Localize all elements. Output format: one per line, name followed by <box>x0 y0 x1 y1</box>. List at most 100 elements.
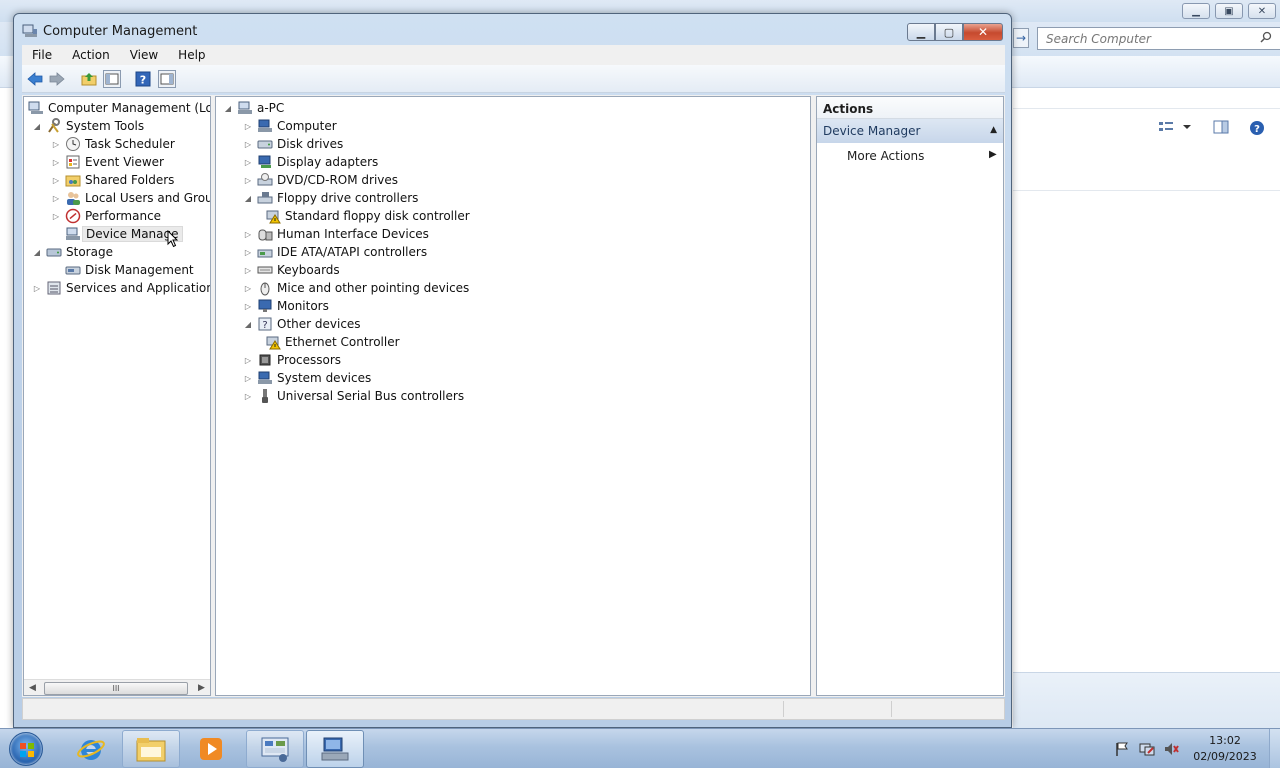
expand-icon[interactable]: ▷ <box>244 176 252 185</box>
collapse-icon[interactable]: ◢ <box>244 194 252 203</box>
tree-item-label: Storage <box>66 245 113 259</box>
device-tree-root[interactable]: ◢ a-PC <box>224 99 284 117</box>
actions-section-device-manager[interactable]: Device Manager ▲ <box>817 119 1003 143</box>
device-category[interactable]: ▷ Keyboards <box>244 261 340 279</box>
expand-icon[interactable]: ▷ <box>244 122 252 131</box>
view-dropdown-icon[interactable] <box>1183 120 1191 134</box>
expand-icon[interactable]: ▷ <box>52 176 60 185</box>
show-hide-action-pane-icon[interactable] <box>158 70 176 88</box>
forward-arrow-icon[interactable] <box>48 70 66 88</box>
expand-icon[interactable]: ▷ <box>244 230 252 239</box>
device-category[interactable]: ▷ Monitors <box>244 297 329 315</box>
background-search-input[interactable]: Search Computer <box>1037 27 1280 50</box>
device-item[interactable]: Ethernet Controller <box>265 333 400 351</box>
tree-item-shared-folders[interactable]: ▷ Shared Folders <box>52 171 174 189</box>
tree-item-event-viewer[interactable]: ▷ Event Viewer <box>52 153 164 171</box>
device-category[interactable]: ▷ Human Interface Devices <box>244 225 429 243</box>
background-minimize-button[interactable]: ▁ <box>1182 3 1210 19</box>
menu-file[interactable]: File <box>22 48 62 62</box>
show-hide-console-tree-icon[interactable] <box>103 70 121 88</box>
expand-icon[interactable]: ▷ <box>52 194 60 203</box>
search-icon[interactable] <box>1260 31 1272 43</box>
device-category[interactable]: ◢ Floppy drive controllers <box>244 189 419 207</box>
collapse-icon[interactable]: ◢ <box>33 248 41 257</box>
maximize-button[interactable]: ▢ <box>935 23 963 41</box>
scroll-thumb[interactable]: III <box>44 682 188 695</box>
expand-icon[interactable]: ▷ <box>52 140 60 149</box>
help-icon[interactable]: ? <box>1249 120 1265 136</box>
scroll-right-icon[interactable]: ▶ <box>198 683 205 693</box>
action-center-flag-icon[interactable] <box>1114 741 1130 757</box>
device-category[interactable]: ▷ System devices <box>244 369 371 387</box>
expand-icon[interactable]: ▷ <box>33 284 41 293</box>
device-category[interactable]: ▷ DVD/CD-ROM drives <box>244 171 398 189</box>
start-button[interactable] <box>4 731 48 767</box>
collapse-icon[interactable]: ◢ <box>33 122 41 131</box>
tree-item-performance[interactable]: ▷ Performance <box>52 207 161 225</box>
clock-icon <box>65 136 81 152</box>
menu-action[interactable]: Action <box>62 48 120 62</box>
expand-icon[interactable]: ▷ <box>244 284 252 293</box>
device-category[interactable]: ▷ Processors <box>244 351 341 369</box>
device-category[interactable]: ▷ Universal Serial Bus controllers <box>244 387 464 405</box>
title-bar[interactable]: Computer Management ▁ ▢ ✕ <box>14 14 1011 44</box>
minimize-button[interactable]: ▁ <box>907 23 935 41</box>
device-category[interactable]: ▷ Computer <box>244 117 337 135</box>
view-options-icon[interactable] <box>1158 120 1174 134</box>
tree-item-task-scheduler[interactable]: ▷ Task Scheduler <box>52 135 175 153</box>
back-arrow-icon[interactable] <box>26 70 44 88</box>
background-maximize-button[interactable]: ▣ <box>1215 3 1243 19</box>
tree-item-local-users[interactable]: ▷ Local Users and Groups <box>52 189 210 207</box>
expand-icon[interactable]: ▷ <box>244 302 252 311</box>
device-item[interactable]: Standard floppy disk controller <box>265 207 470 225</box>
expand-icon[interactable]: ▷ <box>244 140 252 149</box>
expand-icon[interactable]: ▷ <box>52 158 60 167</box>
expand-icon[interactable]: ▷ <box>244 266 252 275</box>
control-panel-icon[interactable] <box>246 730 304 768</box>
close-button[interactable]: ✕ <box>963 23 1003 41</box>
media-player-icon[interactable] <box>182 730 240 768</box>
device-category[interactable]: ▷ IDE ATA/ATAPI controllers <box>244 243 427 261</box>
device-category[interactable]: ◢? Other devices <box>244 315 361 333</box>
device-category[interactable]: ▷ Mice and other pointing devices <box>244 279 469 297</box>
expand-icon[interactable]: ▷ <box>52 212 60 221</box>
expand-icon[interactable]: ▷ <box>244 356 252 365</box>
help-icon[interactable]: ? <box>134 70 152 88</box>
background-forward-icon[interactable]: → <box>1013 28 1029 48</box>
menu-view[interactable]: View <box>120 48 168 62</box>
system-tools-icon <box>46 118 62 134</box>
tree-item-device-manager[interactable]: Device Manage <box>65 225 183 243</box>
preview-pane-icon[interactable] <box>1213 120 1229 134</box>
tree-root[interactable]: Computer Management (Local <box>28 99 210 117</box>
expand-icon[interactable]: ▷ <box>244 392 252 401</box>
collapse-up-icon[interactable]: ▲ <box>990 125 997 135</box>
more-actions-link[interactable]: More Actions <box>847 149 924 163</box>
horizontal-scrollbar[interactable]: ◀ III ▶ <box>24 679 210 695</box>
windows-explorer-icon[interactable] <box>122 730 180 768</box>
volume-muted-icon[interactable] <box>1163 741 1179 757</box>
show-desktop-button[interactable] <box>1269 729 1280 768</box>
computer-management-icon[interactable] <box>306 730 364 768</box>
system-devices-icon <box>257 370 273 386</box>
scroll-left-icon[interactable]: ◀ <box>29 683 36 693</box>
network-icon[interactable] <box>1139 741 1155 757</box>
expand-icon[interactable]: ▷ <box>244 248 252 257</box>
expand-icon[interactable]: ▷ <box>244 158 252 167</box>
internet-explorer-icon[interactable] <box>62 730 120 768</box>
system-clock[interactable]: 13:02 02/09/2023 <box>1186 733 1264 765</box>
expand-icon[interactable]: ▷ <box>244 374 252 383</box>
tree-item-system-tools[interactable]: ◢ System Tools <box>33 117 144 135</box>
up-folder-icon[interactable] <box>80 70 98 88</box>
device-label: Floppy drive controllers <box>277 191 419 205</box>
tree-item-services[interactable]: ▷ Services and Applications <box>33 279 210 297</box>
collapse-icon[interactable]: ◢ <box>224 104 232 113</box>
tree-item-storage[interactable]: ◢ Storage <box>33 243 113 261</box>
menu-help[interactable]: Help <box>168 48 215 62</box>
device-category[interactable]: ▷ Disk drives <box>244 135 343 153</box>
tree-item-disk-management[interactable]: Disk Management <box>65 261 194 279</box>
device-category[interactable]: ▷ Display adapters <box>244 153 378 171</box>
submenu-arrow-icon[interactable]: ▶ <box>989 149 997 160</box>
background-close-button[interactable]: ✕ <box>1248 3 1276 19</box>
collapse-icon[interactable]: ◢ <box>244 320 252 329</box>
tree-item-label: System Tools <box>66 119 145 133</box>
